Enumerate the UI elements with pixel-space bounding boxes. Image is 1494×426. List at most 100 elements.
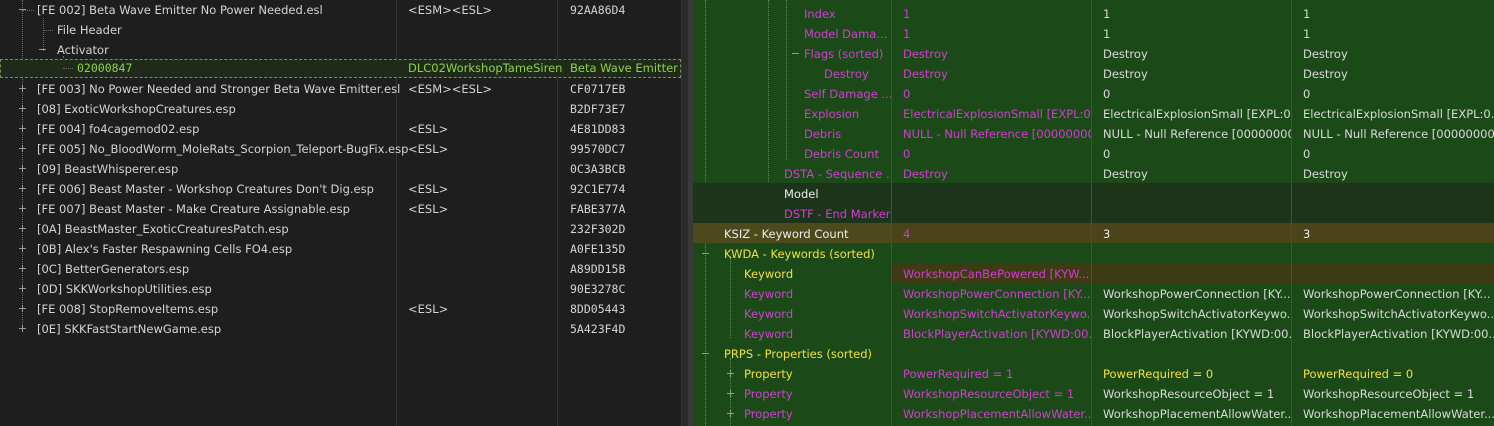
plugin-row[interactable]: [0E] SKKFastStartNewGame.esp 5A423F4D	[0, 319, 681, 339]
collapse-icon[interactable]	[702, 250, 709, 257]
plugin-row[interactable]: [0C] BetterGenerators.esp A89DD15B	[0, 259, 681, 279]
expand-icon[interactable]	[19, 265, 26, 272]
field-value: Destroy	[1103, 67, 1148, 81]
field-label: Model	[784, 187, 819, 201]
plugin-row[interactable]: [08] ExoticWorkshopCreatures.esp B2DF73E…	[0, 99, 681, 119]
expand-icon[interactable]	[19, 185, 26, 192]
plugin-row[interactable]: [FE 002] Beta Wave Emitter No Power Need…	[0, 0, 681, 20]
expand-icon[interactable]	[19, 305, 26, 312]
plugin-name: [FE 006] Beast Master - Workshop Creatur…	[37, 182, 374, 196]
field-row[interactable]: Destroy Destroy Destroy Destroy	[693, 63, 1494, 83]
field-row[interactable]: PRPS - Properties (sorted)	[693, 343, 1494, 363]
field-row[interactable]: Property WorkshopResourceObject = 1 Work…	[693, 383, 1494, 403]
collapse-icon[interactable]	[702, 350, 709, 357]
plugin-name: [FE 007] Beast Master - Make Creature As…	[37, 202, 350, 216]
field-value: BlockPlayerActivation [KYWD:00...	[903, 327, 1091, 341]
field-row[interactable]: DSTF - End Marker	[693, 203, 1494, 223]
field-row[interactable]: Debris NULL - Null Reference [00000000] …	[693, 123, 1494, 143]
field-value: PowerRequired = 0	[1303, 367, 1414, 381]
record-view-pane[interactable]: Index 1 1 1 Model Dama... 1 1 1 Flags (s…	[693, 0, 1494, 426]
plugin-flags: <ESL>	[408, 122, 449, 136]
field-row[interactable]: Property PowerRequired = 1 PowerRequired…	[693, 363, 1494, 383]
field-value: Destroy	[1303, 67, 1348, 81]
collapse-icon[interactable]	[39, 46, 46, 53]
field-row[interactable]: Flags (sorted) Destroy Destroy Destroy	[693, 43, 1494, 63]
field-row[interactable]: KSIZ - Keyword Count 4 3 3	[693, 223, 1494, 243]
plugin-formid: CF0717EB	[570, 82, 626, 96]
field-row[interactable]: Explosion ElectricalExplosionSmall [EXPL…	[693, 103, 1494, 123]
plugin-row[interactable]: [FE 003] No Power Needed and Stronger Be…	[0, 79, 681, 99]
plugin-row[interactable]: [FE 008] StopRemoveItems.esp <ESL> 8DD05…	[0, 299, 681, 319]
expand-icon[interactable]	[19, 85, 26, 92]
field-value: 0	[1103, 87, 1111, 101]
field-row[interactable]: Property WorkshopPlacementAllowWater... …	[693, 403, 1494, 423]
field-value: Destroy	[1103, 47, 1148, 61]
expand-icon[interactable]	[727, 370, 734, 377]
plugin-flags: <ESL>	[408, 142, 449, 156]
expand-icon[interactable]	[19, 325, 26, 332]
field-label: Explosion	[804, 107, 860, 121]
field-row[interactable]: DSTA - Sequence ... Destroy Destroy Dest…	[693, 163, 1494, 183]
field-value: WorkshopPlacementAllowWater...	[903, 407, 1091, 421]
field-row[interactable]: Self Damage ... 0 0 0	[693, 83, 1494, 103]
field-value: WorkshopPlacementAllowWater...	[1303, 407, 1494, 421]
plugin-flags: <ESM><ESL>	[408, 3, 493, 17]
expand-icon[interactable]	[19, 285, 26, 292]
field-row[interactable]: KWDA - Keywords (sorted)	[693, 243, 1494, 263]
plugin-row[interactable]: [FE 005] No_BloodWorm_MoleRats_Scorpion_…	[0, 139, 681, 159]
expand-icon[interactable]	[19, 225, 26, 232]
plugin-row[interactable]: [0B] Alex's Faster Respawning Cells FO4.…	[0, 239, 681, 259]
plugin-name: [09] BeastWhisperer.esp	[37, 162, 179, 176]
record-editor-id: DLC02WorkshopTameSiren	[408, 61, 563, 75]
expand-icon[interactable]	[19, 105, 26, 112]
expand-icon[interactable]	[19, 145, 26, 152]
field-value: 1	[1303, 27, 1311, 41]
plugin-name: [0B] Alex's Faster Respawning Cells FO4.…	[37, 242, 293, 256]
field-value: Destroy	[903, 47, 948, 61]
field-row[interactable]: Debris Count 0 0 0	[693, 143, 1494, 163]
expand-icon[interactable]	[727, 410, 734, 417]
plugin-row[interactable]: [FE 004] fo4cagemod02.esp <ESL> 4E81DD83	[0, 119, 681, 139]
expand-icon[interactable]	[19, 125, 26, 132]
expand-icon[interactable]	[19, 205, 26, 212]
field-row[interactable]: Model	[693, 183, 1494, 203]
field-label: Keyword	[744, 307, 794, 321]
field-row[interactable]: Keyword WorkshopSwitchActivatorKeywo... …	[693, 303, 1494, 323]
field-value: 0	[1303, 147, 1311, 161]
field-row[interactable]: Index 1 1 1	[693, 3, 1494, 23]
field-value: 0	[903, 87, 911, 101]
field-row[interactable]: Keyword WorkshopPowerConnection [KY... W…	[693, 283, 1494, 303]
plugin-name: [08] ExoticWorkshopCreatures.esp	[37, 102, 236, 116]
plugin-name: [0A] BeastMaster_ExoticCreaturesPatch.es…	[37, 222, 289, 236]
field-value: PowerRequired = 1	[903, 367, 1014, 381]
expand-icon[interactable]	[727, 390, 734, 397]
expand-icon[interactable]	[19, 245, 26, 252]
record-row-selected[interactable]: 02000847 DLC02WorkshopTameSiren Beta Wav…	[0, 59, 681, 78]
field-value: BlockPlayerActivation [KYWD:00...	[1303, 327, 1494, 341]
field-value: WorkshopResourceObject = 1	[903, 387, 1075, 401]
vertical-scrollbar[interactable]	[681, 0, 688, 426]
collapse-icon[interactable]	[792, 50, 799, 57]
expand-icon[interactable]	[19, 165, 26, 172]
field-label: Property	[744, 387, 793, 401]
plugin-formid: FABE377A	[570, 202, 626, 216]
field-label: Index	[804, 7, 836, 21]
plugin-formid: 5A423F4D	[570, 322, 626, 336]
plugin-row[interactable]: [0A] BeastMaster_ExoticCreaturesPatch.es…	[0, 219, 681, 239]
collapse-icon[interactable]	[19, 6, 26, 13]
plugin-formid: 92AA86D4	[570, 3, 626, 17]
field-label: DSTA - Sequence ...	[784, 167, 891, 181]
tree-item-file-header[interactable]: File Header	[0, 20, 681, 40]
plugin-row[interactable]: [FE 006] Beast Master - Workshop Creatur…	[0, 179, 681, 199]
plugin-tree-pane[interactable]: [FE 002] Beta Wave Emitter No Power Need…	[0, 0, 688, 426]
plugin-formid: 0C3A3BCB	[570, 162, 626, 176]
plugin-row[interactable]: [FE 007] Beast Master - Make Creature As…	[0, 199, 681, 219]
field-row[interactable]: Model Dama... 1 1 1	[693, 23, 1494, 43]
field-row[interactable]: Keyword BlockPlayerActivation [KYWD:00..…	[693, 323, 1494, 343]
plugin-row[interactable]: [09] BeastWhisperer.esp 0C3A3BCB	[0, 159, 681, 179]
plugin-formid: A0FE135D	[570, 242, 626, 256]
field-label: Flags (sorted)	[804, 47, 884, 61]
field-row[interactable]: Keyword WorkshopCanBePowered [KYW...	[693, 263, 1494, 283]
tree-item-activator[interactable]: Activator	[0, 40, 681, 60]
plugin-row[interactable]: [0D] SKKWorkshopUtilities.esp 90E3278C	[0, 279, 681, 299]
